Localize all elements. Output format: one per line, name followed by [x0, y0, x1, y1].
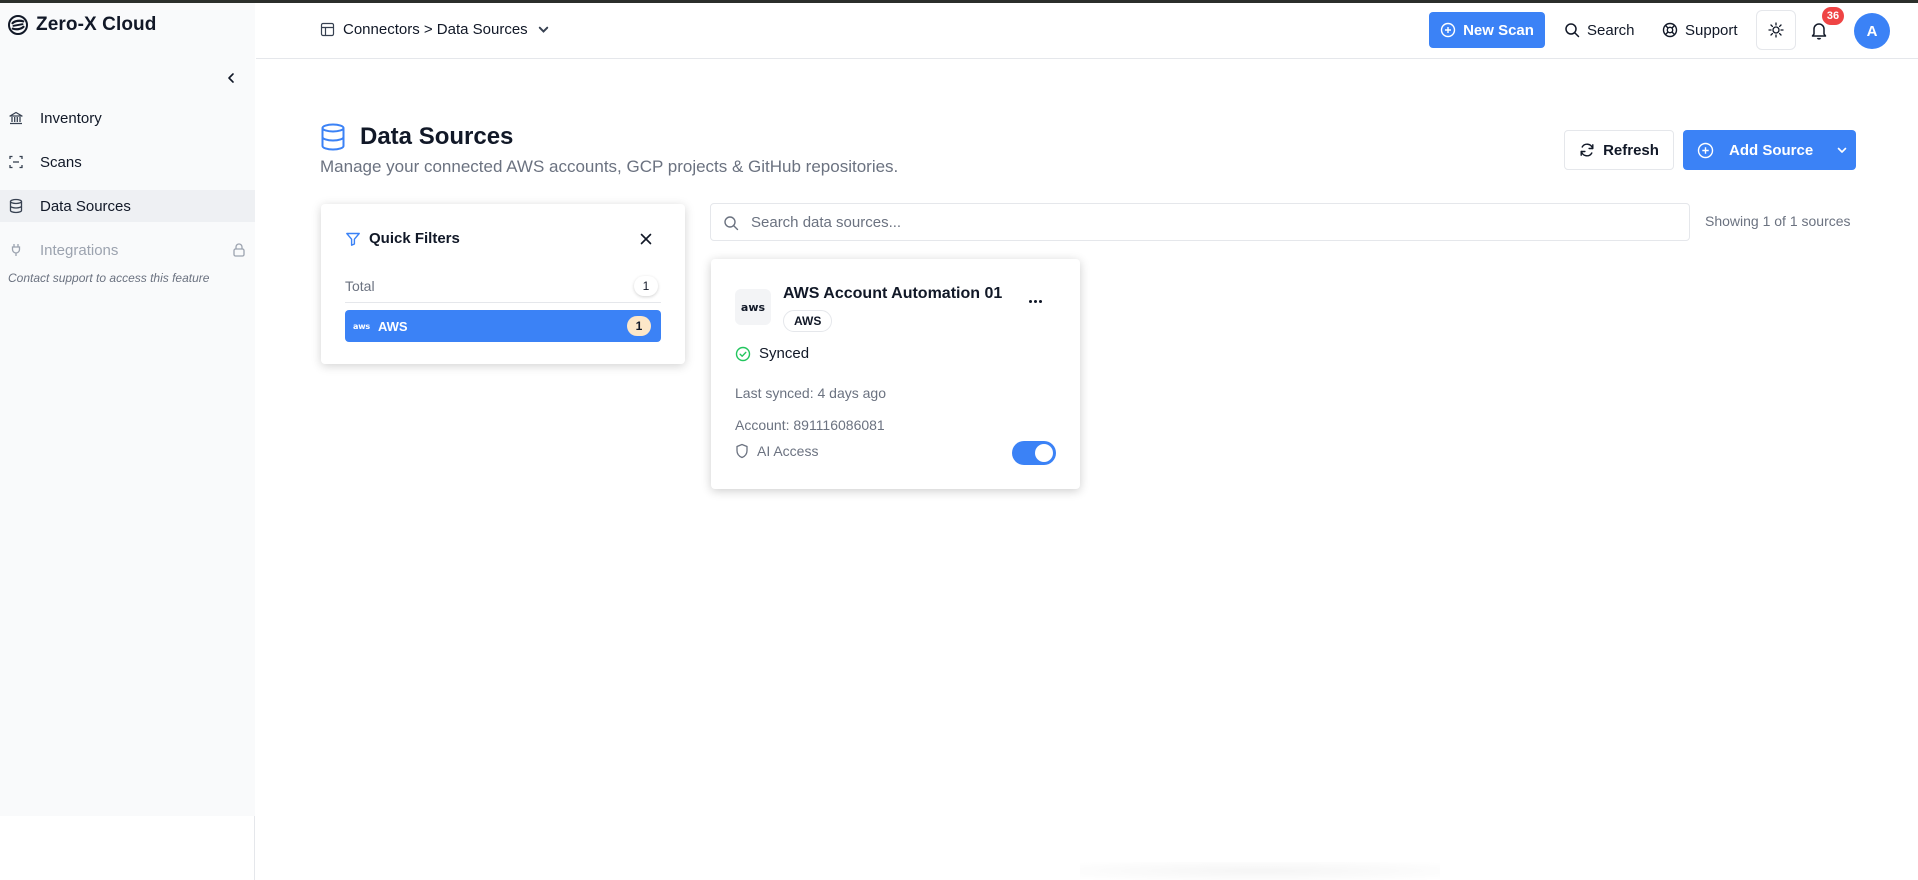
page-title: Data Sources	[360, 123, 514, 150]
sidebar-item-inventory[interactable]: Inventory	[0, 102, 255, 134]
new-scan-label: New Scan	[1463, 21, 1534, 39]
ai-access-row: AI Access	[735, 443, 818, 459]
add-source-button[interactable]: Add Source	[1683, 130, 1856, 170]
page-subtitle: Manage your connected AWS accounts, GCP …	[320, 157, 899, 176]
filter-item-aws[interactable]: aws AWS 1	[345, 310, 661, 342]
sidebar: Zero-X Cloud Inventory Scans Data Source…	[0, 3, 255, 880]
quick-filters-header: Quick Filters	[345, 230, 460, 247]
theme-toggle-button[interactable]	[1756, 10, 1796, 50]
logo-icon	[8, 15, 28, 35]
search-button[interactable]: Search	[1564, 12, 1635, 48]
filter-icon	[346, 232, 360, 246]
lifebuoy-icon	[1662, 22, 1678, 38]
dot	[1028, 299, 1032, 303]
plus-circle-icon	[1697, 142, 1714, 158]
toggle-knob	[1035, 444, 1053, 462]
aws-logo-icon: aws	[735, 289, 771, 325]
sidebar-item-label: Scans	[40, 153, 82, 171]
scan-icon	[9, 155, 23, 169]
check-circle-icon	[735, 346, 751, 361]
dot	[1033, 299, 1037, 303]
sidebar-item-data-sources[interactable]: Data Sources	[0, 190, 255, 222]
sidebar-item-label: Inventory	[40, 109, 102, 127]
quick-filters-title: Quick Filters	[369, 230, 460, 247]
aws-logo-text: aws	[740, 300, 766, 314]
chevron-left-icon	[228, 73, 234, 83]
collapse-sidebar-button[interactable]	[222, 69, 240, 87]
sidebar-item-scans[interactable]: Scans	[0, 146, 255, 178]
new-scan-button[interactable]: New Scan	[1429, 12, 1545, 48]
search-field[interactable]	[710, 203, 1690, 241]
breadcrumb[interactable]: Connectors > Data Sources	[320, 21, 551, 38]
layout-icon	[320, 22, 335, 37]
breadcrumb-text: Connectors > Data Sources	[343, 21, 528, 38]
ai-access-label: AI Access	[757, 443, 819, 459]
filter-item-label: AWS	[377, 318, 408, 334]
search-label: Search	[1587, 21, 1635, 39]
add-source-label: Add Source	[1729, 141, 1814, 159]
support-button[interactable]: Support	[1662, 12, 1738, 48]
notification-count-badge: 36	[1822, 7, 1844, 25]
account-id-text: Account: 891116086081	[735, 417, 885, 433]
support-label: Support	[1685, 21, 1738, 39]
refresh-icon	[1580, 143, 1594, 157]
avatar[interactable]: A	[1854, 13, 1890, 49]
results-count-text: Showing 1 of 1 sources	[1705, 213, 1851, 229]
refresh-label: Refresh	[1603, 141, 1659, 159]
aws-logo-icon: aws	[353, 321, 370, 331]
plug-icon	[11, 244, 21, 256]
quick-filters-panel: Quick Filters Total 1 aws AWS 1	[321, 204, 685, 364]
dot	[1038, 299, 1042, 303]
database-icon	[9, 198, 23, 214]
sidebar-item-label: Integrations	[40, 241, 119, 259]
last-synced-text: Last synced: 4 days ago	[735, 385, 886, 401]
chevron-down-icon[interactable]	[1835, 143, 1849, 157]
search-input[interactable]	[751, 204, 1671, 240]
chevron-down-icon	[538, 26, 548, 33]
brand[interactable]: Zero-X Cloud	[8, 14, 156, 36]
search-icon	[1565, 23, 1580, 38]
sync-status-label: Synced	[759, 345, 810, 362]
filter-total-label: Total	[345, 277, 375, 294]
source-name: AWS Account Automation 01	[783, 285, 1003, 302]
top-header: Connectors > Data Sources New Scan Searc…	[256, 3, 1918, 59]
plus-circle-icon	[1440, 22, 1456, 38]
app-name: Zero-X Cloud	[36, 14, 157, 35]
bank-icon	[9, 111, 23, 125]
ai-access-toggle[interactable]	[1012, 441, 1056, 465]
filter-total-count: 1	[634, 275, 658, 296]
filter-item-count: 1	[627, 316, 651, 336]
sidebar-item-label: Data Sources	[40, 197, 131, 215]
shield-icon	[736, 443, 748, 459]
search-icon	[724, 216, 739, 231]
filter-total[interactable]: Total 1	[345, 269, 661, 303]
lock-icon	[233, 243, 245, 257]
sync-status: Synced	[735, 345, 809, 362]
close-icon[interactable]	[638, 231, 654, 247]
sidebar-item-integrations: Integrations	[0, 234, 255, 266]
more-options-button[interactable]	[1023, 291, 1047, 311]
database-icon	[321, 123, 345, 151]
sun-icon	[1768, 22, 1784, 38]
data-source-card[interactable]: aws AWS Account Automation 01 AWS Synced…	[711, 259, 1080, 489]
locked-feature-note: Contact support to access this feature	[8, 271, 210, 285]
refresh-button[interactable]: Refresh	[1564, 130, 1674, 170]
provider-tag: AWS	[783, 310, 833, 332]
decorative-shadow	[1080, 862, 1440, 880]
